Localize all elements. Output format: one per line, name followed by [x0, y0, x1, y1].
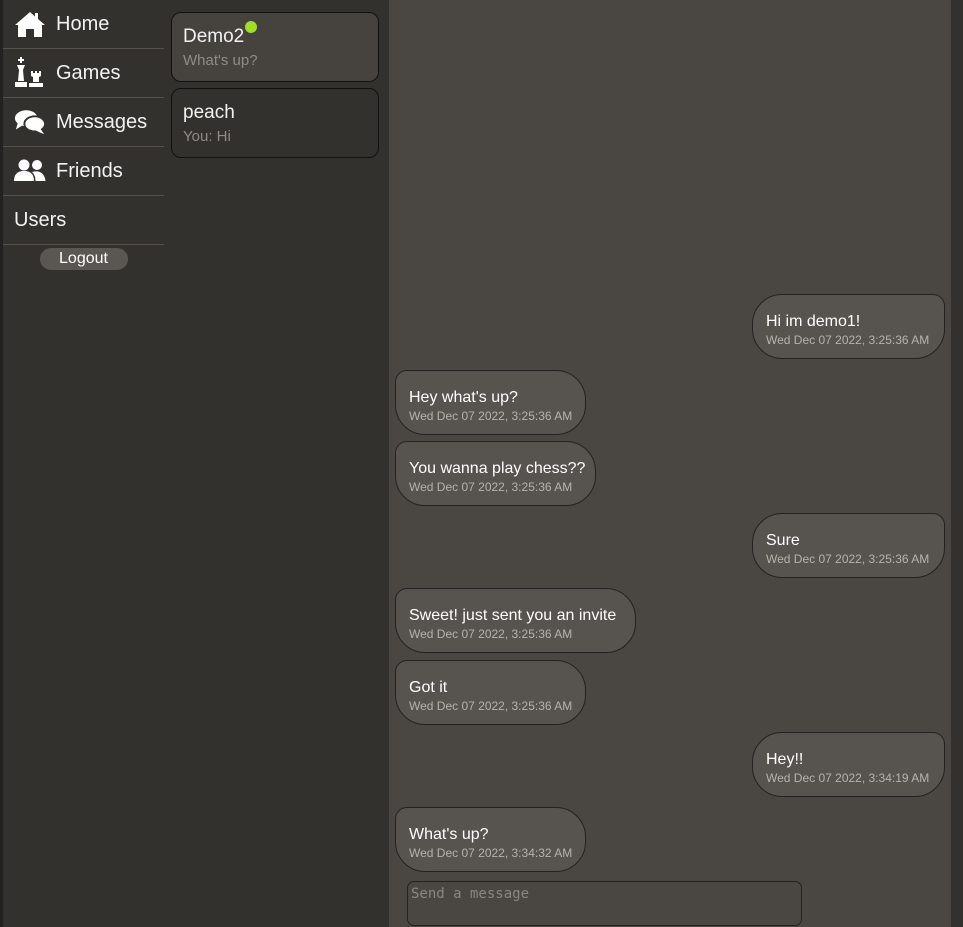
- nav-item-home[interactable]: Home: [3, 0, 164, 49]
- message-text: What's up?: [409, 826, 489, 843]
- message-timestamp: Wed Dec 07 2022, 3:25:36 AM: [409, 627, 573, 641]
- chat-icon: [14, 108, 46, 136]
- message-bubble-outgoing: Sure Wed Dec 07 2022, 3:25:36 AM: [752, 513, 945, 578]
- online-indicator: [245, 21, 258, 33]
- message-timestamp: Wed Dec 07 2022, 3:25:36 AM: [409, 480, 573, 494]
- message-text: You wanna play chess??: [409, 460, 586, 477]
- message-text: Hey what's up?: [409, 389, 518, 406]
- nav-item-label: Users: [14, 208, 67, 231]
- message-timestamp: Wed Dec 07 2022, 3:34:19 AM: [766, 771, 930, 785]
- users-icon: [14, 157, 46, 185]
- message-bubble-incoming: What's up? Wed Dec 07 2022, 3:34:32 AM: [395, 807, 586, 872]
- conversation-name-text: Demo2: [183, 26, 245, 47]
- conversation-preview: You: Hi: [183, 128, 231, 145]
- logout-container: Logout: [3, 248, 164, 270]
- message-timestamp: Wed Dec 07 2022, 3:25:36 AM: [409, 699, 573, 713]
- nav-item-label: Messages: [56, 110, 148, 133]
- message-timestamp: Wed Dec 07 2022, 3:25:36 AM: [766, 552, 930, 566]
- nav-item-label: Home: [56, 12, 110, 35]
- conversation-list: Demo2 What's up? peach You: Hi: [164, 0, 389, 927]
- message-timestamp: Wed Dec 07 2022, 3:34:32 AM: [409, 846, 573, 860]
- scrollbar[interactable]: [951, 0, 963, 927]
- main-nav: Home Games Messages Friends Users Logout: [0, 0, 164, 927]
- message-text: Sweet! just sent you an invite: [409, 607, 617, 624]
- nav-item-messages[interactable]: Messages: [3, 98, 164, 147]
- nav-item-users[interactable]: Users: [3, 196, 164, 245]
- conversation-item-demo2[interactable]: Demo2 What's up?: [171, 12, 379, 82]
- nav-item-label: Friends: [56, 159, 123, 182]
- message-text: Got it: [409, 679, 448, 696]
- message-bubble-outgoing: Hey!! Wed Dec 07 2022, 3:34:19 AM: [752, 732, 945, 797]
- message-timestamp: Wed Dec 07 2022, 3:25:36 AM: [409, 409, 573, 423]
- message-text: Sure: [766, 532, 800, 549]
- conversation-name: Demo2: [183, 21, 258, 48]
- message-text: Hey!!: [766, 751, 804, 768]
- conversation-preview: What's up?: [183, 52, 258, 69]
- conversation-name-text: peach: [183, 102, 235, 123]
- message-bubble-outgoing: Hi im demo1! Wed Dec 07 2022, 3:25:36 AM: [752, 294, 945, 359]
- message-input[interactable]: [407, 881, 802, 926]
- nav-item-friends[interactable]: Friends: [3, 147, 164, 196]
- message-bubble-incoming: You wanna play chess?? Wed Dec 07 2022, …: [395, 441, 596, 506]
- message-timestamp: Wed Dec 07 2022, 3:25:36 AM: [766, 333, 930, 347]
- conversation-item-peach[interactable]: peach You: Hi: [171, 88, 379, 158]
- message-bubble-incoming: Sweet! just sent you an invite Wed Dec 0…: [395, 588, 636, 653]
- message-text: Hi im demo1!: [766, 313, 861, 330]
- chess-icon: [14, 57, 46, 87]
- logout-button[interactable]: Logout: [39, 248, 128, 270]
- nav-item-games[interactable]: Games: [3, 49, 164, 98]
- home-icon: [14, 10, 46, 38]
- message-bubble-incoming: Got it Wed Dec 07 2022, 3:25:36 AM: [395, 660, 586, 725]
- message-bubble-incoming: Hey what's up? Wed Dec 07 2022, 3:25:36 …: [395, 370, 586, 435]
- nav-item-label: Games: [56, 61, 121, 84]
- conversation-name: peach: [183, 102, 235, 124]
